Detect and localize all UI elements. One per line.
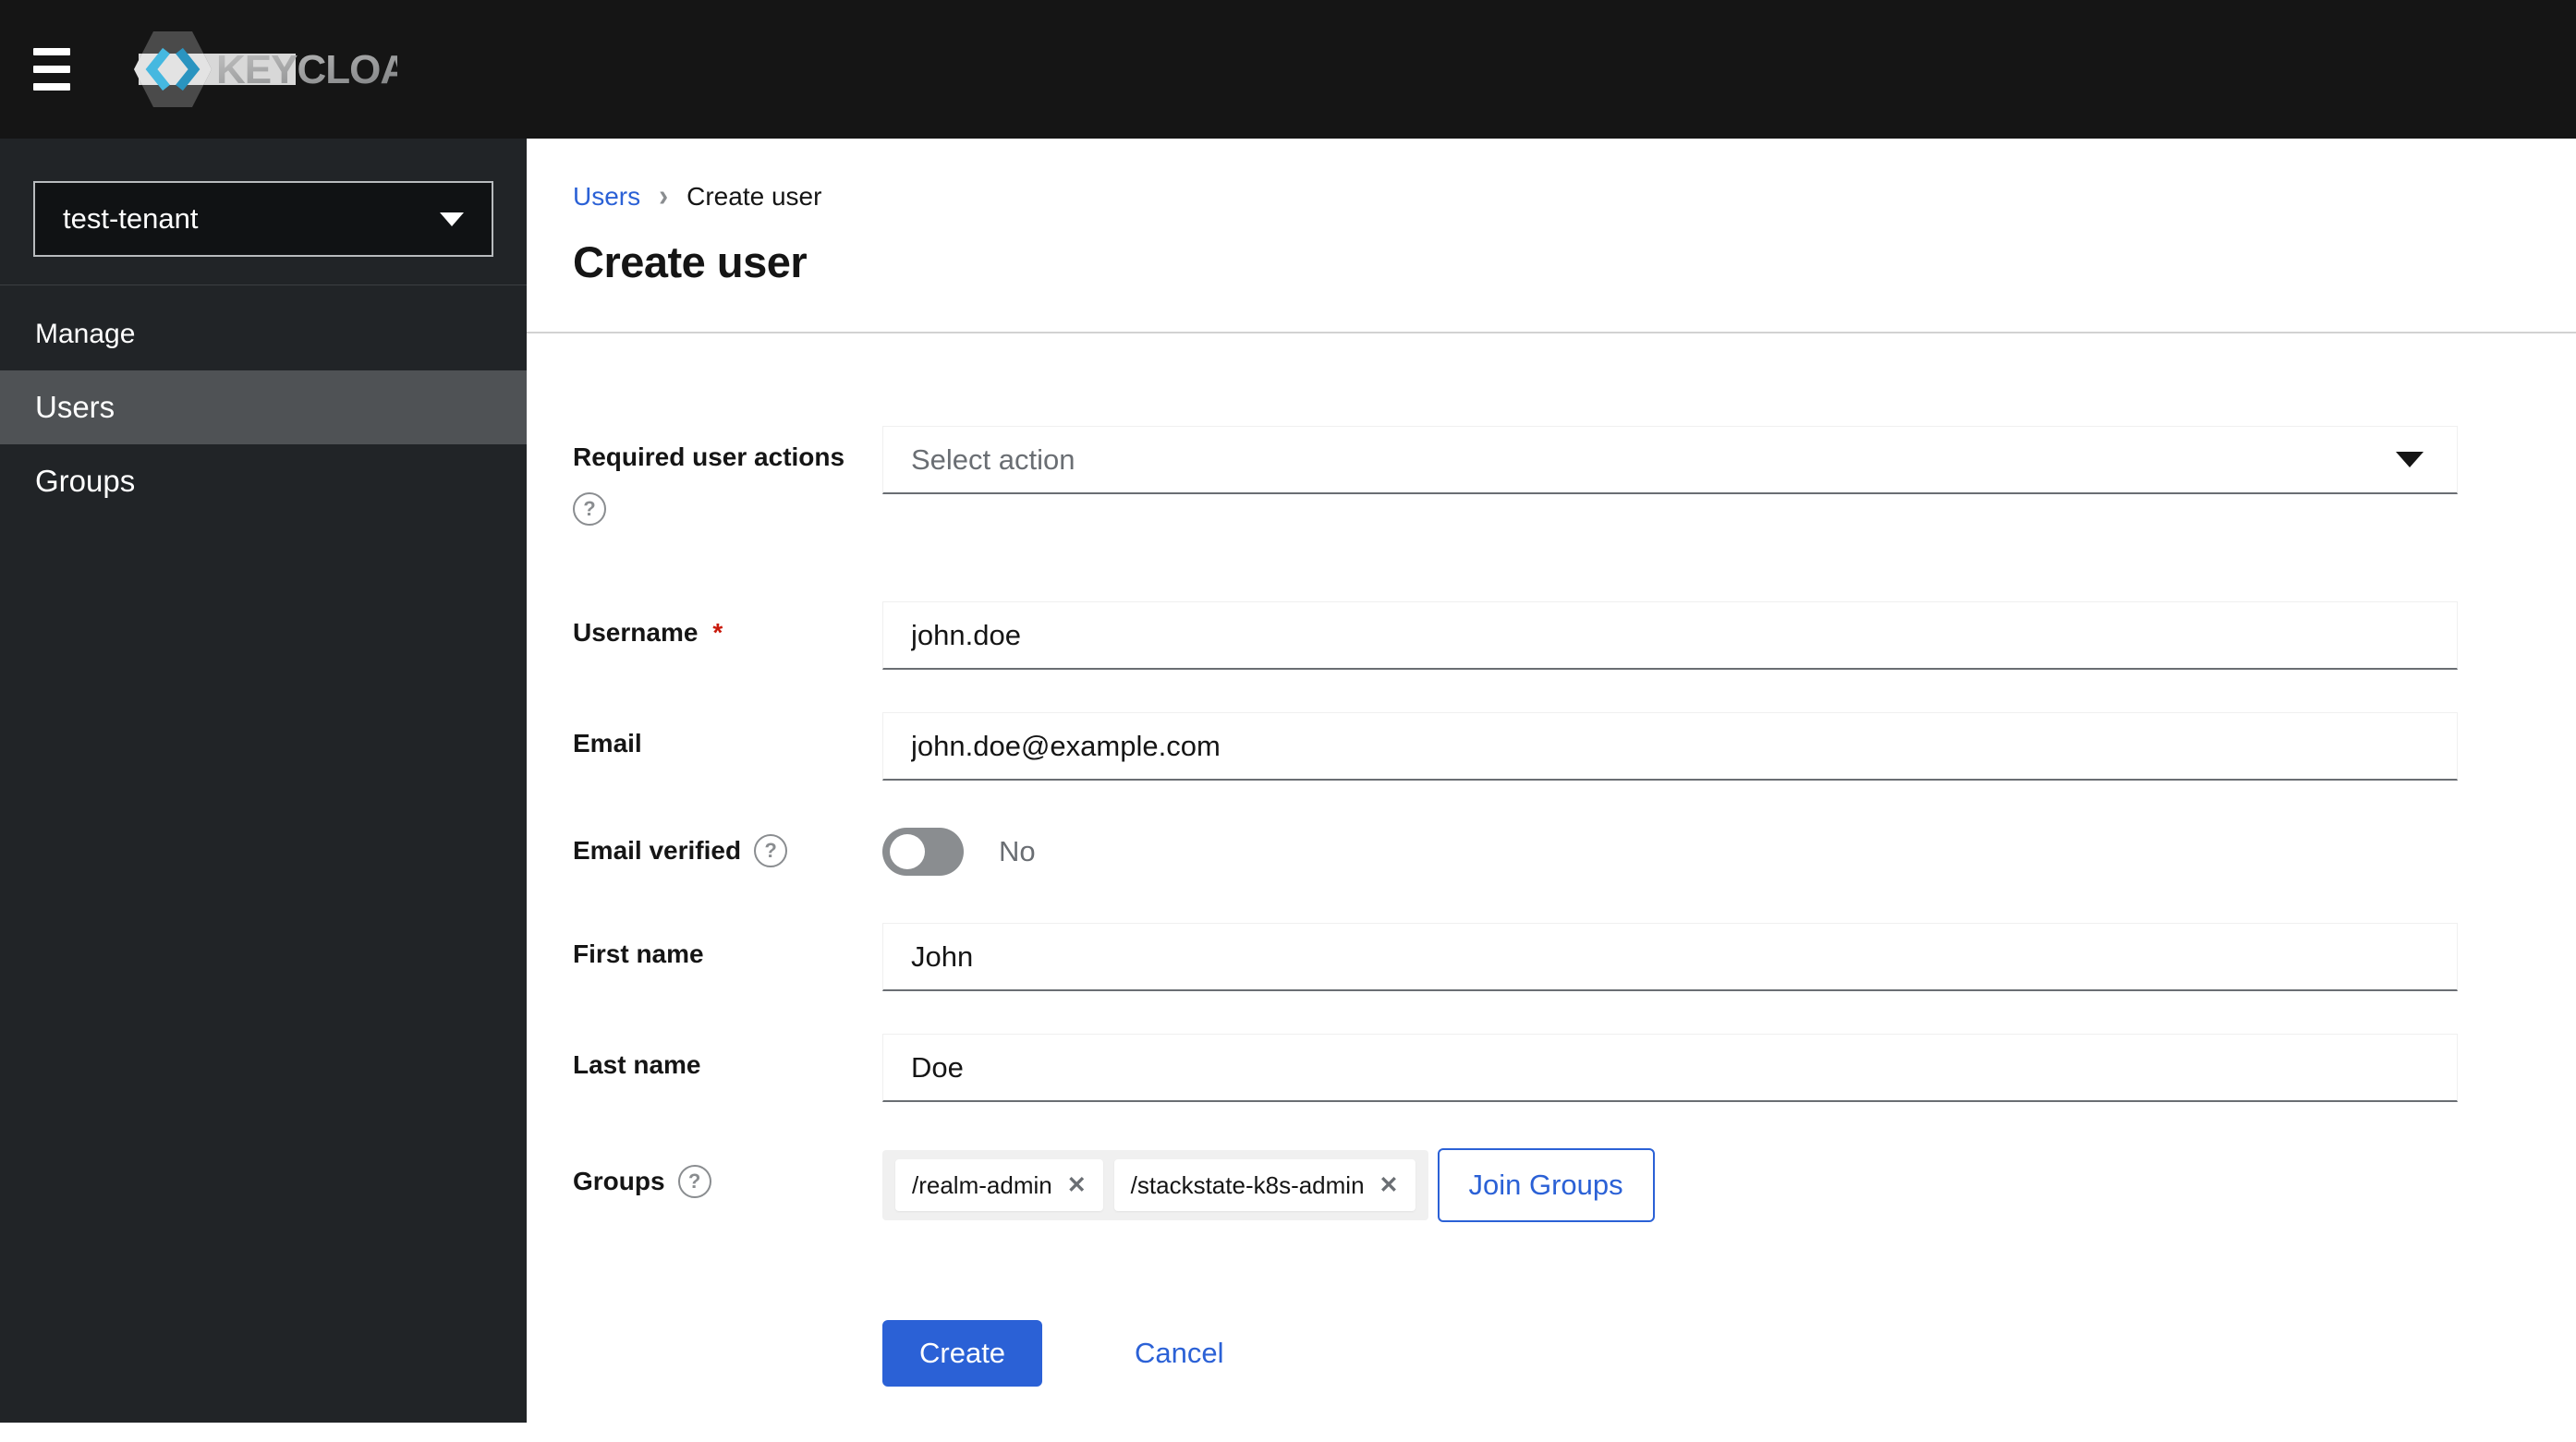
cancel-link[interactable]: Cancel <box>1135 1337 1224 1370</box>
chevron-down-icon <box>2396 452 2424 467</box>
first-name-row: First name <box>573 923 2576 991</box>
keycloak-logo-icon: KEYCLOAK <box>134 31 397 107</box>
email-label: Email <box>573 729 642 757</box>
breadcrumb-current: Create user <box>687 182 822 211</box>
form-actions: Create Cancel <box>882 1320 2576 1442</box>
email-verified-row: Email verified ? No <box>573 818 2576 886</box>
email-verified-label: Email verified <box>573 836 742 865</box>
create-button[interactable]: Create <box>882 1320 1043 1387</box>
last-name-label: Last name <box>573 1050 701 1079</box>
email-row: Email <box>573 712 2576 781</box>
remove-chip-icon[interactable]: ✕ <box>1379 1173 1399 1197</box>
realm-selector[interactable]: test-tenant <box>33 181 493 257</box>
remove-chip-icon[interactable]: ✕ <box>1067 1173 1087 1197</box>
username-row: Username * <box>573 601 2576 670</box>
create-user-form: Required user actions ? Select action Us… <box>573 426 2576 1442</box>
page-title: Create user <box>573 237 808 286</box>
breadcrumb-link-users[interactable]: Users <box>573 182 640 212</box>
groups-label: Groups <box>573 1167 665 1195</box>
required-user-actions-placeholder: Select action <box>911 442 1075 476</box>
required-indicator: * <box>712 618 723 647</box>
chevron-down-icon <box>440 212 464 226</box>
realm-selector-value: test-tenant <box>63 202 199 235</box>
group-chip: /stackstate-k8s-admin ✕ <box>1113 1159 1416 1211</box>
groups-row: Groups ? /realm-admin ✕ /stackstate-k8s-… <box>573 1148 2576 1222</box>
help-icon[interactable]: ? <box>677 1165 711 1198</box>
sidebar-item-groups[interactable]: Groups <box>0 444 527 518</box>
email-verified-state: No <box>999 835 1036 867</box>
email-field[interactable] <box>882 712 2458 781</box>
last-name-row: Last name <box>573 1034 2576 1102</box>
sidebar-section-manage: Manage <box>35 319 136 349</box>
required-user-actions-label-col: Required user actions ? <box>573 426 882 526</box>
group-chip: /realm-admin ✕ <box>895 1159 1103 1211</box>
main-content: Users › Create user Create user Required… <box>527 139 2576 1423</box>
required-user-actions-label: Required user actions <box>573 442 845 471</box>
help-icon[interactable]: ? <box>573 492 606 526</box>
first-name-field[interactable] <box>882 923 2458 991</box>
top-bar: KEYCLOAK <box>0 0 2576 139</box>
sidebar-item-users[interactable]: Users <box>0 370 527 444</box>
group-chip-label: /realm-admin <box>912 1170 1052 1199</box>
join-groups-button[interactable]: Join Groups <box>1437 1148 1655 1222</box>
help-icon[interactable]: ? <box>754 834 788 867</box>
sidebar: test-tenant Manage Users Groups <box>0 139 527 1423</box>
breadcrumb-chevron-icon: › <box>659 179 669 213</box>
last-name-field[interactable] <box>882 1034 2458 1102</box>
required-user-actions-select[interactable]: Select action <box>882 426 2458 494</box>
hamburger-menu-icon[interactable] <box>33 48 85 91</box>
required-user-actions-row: Required user actions ? Select action <box>573 426 2576 526</box>
toggle-knob <box>890 834 925 869</box>
username-field[interactable] <box>882 601 2458 670</box>
sidebar-nav: Users Groups <box>0 370 527 518</box>
email-verified-toggle[interactable] <box>882 828 964 876</box>
breadcrumb: Users › Create user <box>573 139 2576 212</box>
group-chip-label: /stackstate-k8s-admin <box>1130 1170 1365 1199</box>
groups-chip-area: /realm-admin ✕ /stackstate-k8s-admin ✕ <box>882 1150 1428 1220</box>
first-name-label: First name <box>573 939 704 968</box>
keycloak-logo: KEYCLOAK <box>129 25 397 114</box>
title-divider <box>527 332 2576 333</box>
username-label: Username <box>573 618 699 647</box>
keycloak-logo-text: KEYCLOAK <box>216 47 397 92</box>
